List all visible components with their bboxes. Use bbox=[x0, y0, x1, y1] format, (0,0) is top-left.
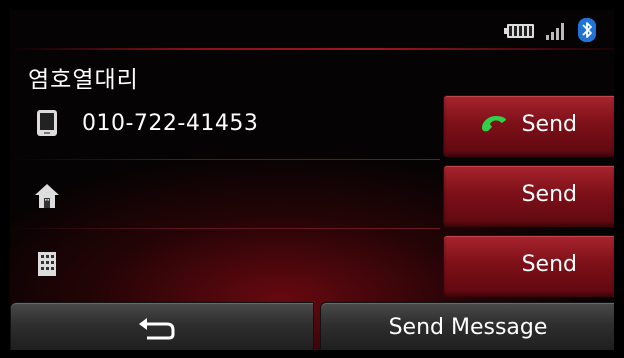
send-label: Send bbox=[521, 252, 577, 277]
send-office-button[interactable]: Send bbox=[443, 235, 614, 297]
send-label: Send bbox=[521, 182, 577, 207]
row-divider bbox=[10, 228, 440, 229]
send-message-label: Send Message bbox=[388, 315, 548, 340]
status-bar bbox=[10, 10, 614, 48]
mobile-phone-icon bbox=[37, 110, 57, 136]
back-button[interactable] bbox=[10, 302, 314, 350]
mobile-number: 010-722-41453 bbox=[82, 111, 259, 136]
send-message-button[interactable]: Send Message bbox=[320, 302, 614, 350]
contact-name: 염호열대리 bbox=[28, 67, 139, 93]
back-arrow-icon bbox=[139, 318, 175, 340]
phonebook-detail-screen: 염호열대리 010-722-41453 Send Send Send Send … bbox=[10, 10, 614, 350]
office-building-icon bbox=[38, 252, 56, 276]
row-divider bbox=[10, 159, 440, 160]
send-home-button[interactable]: Send bbox=[443, 165, 614, 227]
battery-icon bbox=[504, 24, 534, 38]
bottom-bar: Send Message bbox=[10, 302, 614, 350]
bluetooth-icon bbox=[578, 18, 596, 42]
call-icon bbox=[482, 116, 506, 132]
send-label: Send bbox=[521, 112, 577, 137]
status-divider bbox=[10, 48, 614, 50]
home-icon bbox=[35, 184, 59, 208]
signal-bars-icon bbox=[546, 23, 564, 40]
send-mobile-button[interactable]: Send bbox=[443, 95, 614, 157]
